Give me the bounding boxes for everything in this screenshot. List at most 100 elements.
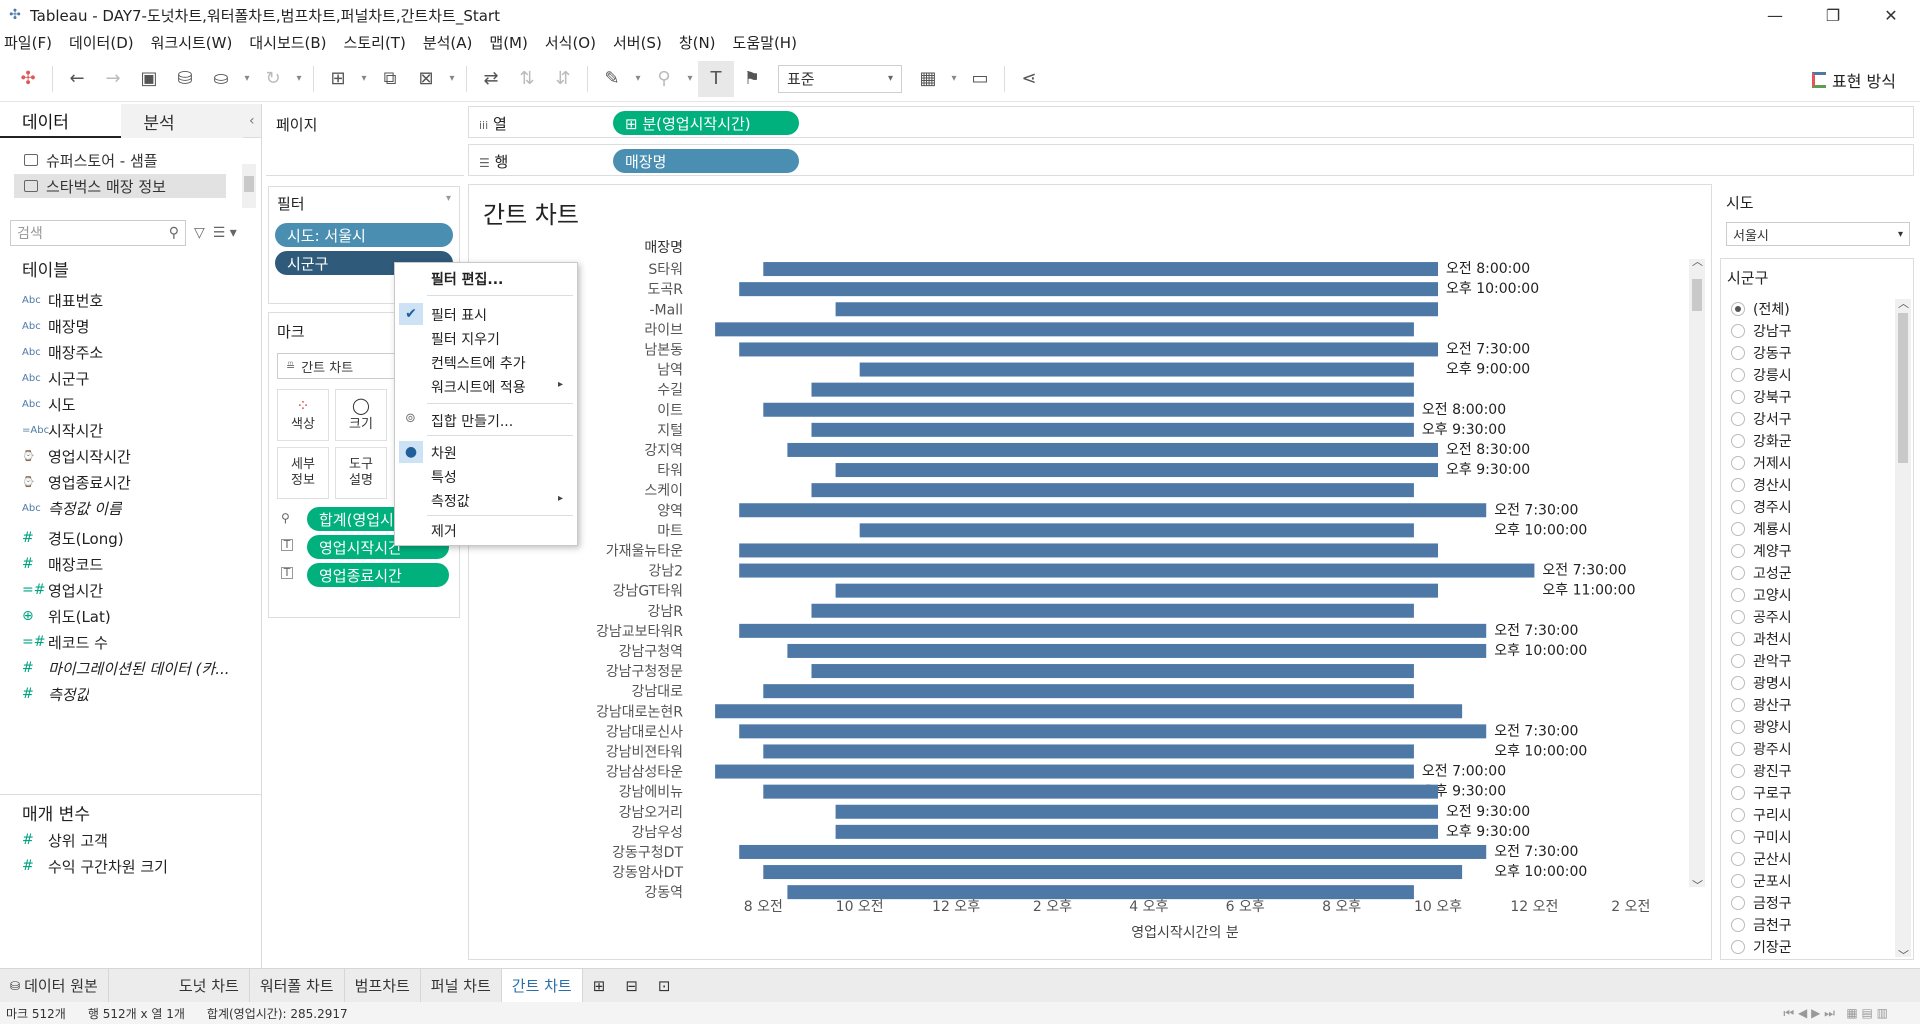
highlight-icon[interactable]: ✎	[594, 61, 630, 97]
fit-select[interactable]: 표준 ▾	[778, 64, 902, 93]
menu-attribute[interactable]: 특성	[431, 467, 457, 487]
menu-measure[interactable]: 측정값	[431, 491, 470, 511]
datasource-item[interactable]: 슈퍼스토어 - 샘플	[0, 148, 261, 172]
menu-file[interactable]: 파일(F)	[4, 32, 52, 53]
sigungu-radio-item[interactable]: 경산시	[1721, 474, 1913, 496]
gantt-bar[interactable]	[739, 503, 1487, 518]
gantt-bar[interactable]	[787, 643, 1487, 658]
tab-data-source[interactable]: ⛁ 데이터 원본	[0, 968, 109, 1003]
sigungu-radio-item[interactable]: 경주시	[1721, 496, 1913, 518]
dropdown-arrow-icon[interactable]: ▾	[946, 61, 962, 97]
sigungu-radio-item[interactable]: 관악구	[1721, 650, 1913, 672]
measure-field[interactable]: =# 영업시간	[0, 577, 260, 603]
dimension-field[interactable]: Abc 대표번호	[0, 287, 260, 313]
menu-analysis[interactable]: 분석(A)	[423, 32, 473, 53]
show-me-button[interactable]: 표현 방식	[1812, 68, 1896, 92]
menu-add-to-context[interactable]: 컨텍스트에 추가	[431, 353, 526, 373]
size-button[interactable]: ◯ 크기	[335, 389, 387, 441]
measure-field[interactable]: =# 레코드 수	[0, 629, 260, 655]
clear-sheet-icon[interactable]: ⊠	[408, 61, 444, 97]
measure-field[interactable]: # 측정값	[0, 681, 260, 707]
menu-server[interactable]: 서버(S)	[613, 32, 662, 53]
tab-gantt-chart[interactable]: 간트 차트	[501, 968, 583, 1003]
view-nav-icons[interactable]: ⏮ ◀ ▶ ⏭ ▦ ▤ ▥	[1783, 1006, 1888, 1021]
gantt-bar[interactable]	[811, 422, 1414, 437]
view-options-icon[interactable]: ☰ ▾	[213, 225, 237, 241]
pause-update-icon[interactable]: ⛀	[203, 61, 239, 97]
gantt-bar[interactable]	[787, 442, 1439, 457]
new-worksheet-icon[interactable]: ⊞	[320, 61, 356, 97]
pages-card[interactable]: 페이지	[266, 104, 464, 176]
dimension-field[interactable]: Abc 매장주소	[0, 339, 260, 365]
gantt-bar[interactable]	[787, 885, 1414, 900]
chevron-down-icon[interactable]: ▾	[446, 193, 451, 214]
gantt-bar[interactable]	[859, 523, 1414, 538]
sigungu-radio-item[interactable]: 금정구	[1721, 892, 1913, 914]
sigungu-radio-item[interactable]: 광진구	[1721, 760, 1913, 782]
gantt-bar[interactable]	[739, 543, 1439, 558]
gantt-bar[interactable]	[835, 583, 1439, 598]
sigungu-radio-item[interactable]: 광주시	[1721, 738, 1913, 760]
gantt-bar[interactable]	[763, 402, 1414, 417]
scrollbar-thumb[interactable]	[1692, 279, 1702, 311]
menu-remove[interactable]: 제거	[431, 521, 457, 541]
sigungu-radio-item[interactable]: 군산시	[1721, 848, 1913, 870]
sido-select[interactable]: 서울시 ▾	[1726, 222, 1910, 246]
measure-field[interactable]: # 상위 고객	[0, 827, 260, 853]
gantt-bar[interactable]	[739, 342, 1439, 357]
sigungu-radio-item[interactable]: 공주시	[1721, 606, 1913, 628]
measure-field[interactable]: # 수익 구간차원 크기	[0, 853, 260, 879]
gantt-bar[interactable]	[835, 463, 1439, 478]
swap-icon[interactable]: ⇄	[473, 61, 509, 97]
chart-scrollbar[interactable]: ︿ ﹀	[1689, 255, 1705, 892]
gantt-bar[interactable]	[763, 784, 1439, 799]
tab-donut-chart[interactable]: 도넛 차트	[169, 968, 250, 1003]
share-icon[interactable]: ⋖	[1011, 61, 1047, 97]
tab-funnel-chart[interactable]: 퍼널 차트	[421, 968, 502, 1003]
measure-field[interactable]: ⊕ 위도(Lat)	[0, 603, 260, 629]
sigungu-radio-item[interactable]: 계룡시	[1721, 518, 1913, 540]
sigungu-radio-item[interactable]: 구로구	[1721, 782, 1913, 804]
dropdown-arrow-icon[interactable]: ▾	[291, 61, 307, 97]
sort-ascending-icon[interactable]: ⇅	[509, 61, 545, 97]
dropdown-arrow-icon[interactable]: ▾	[630, 61, 646, 97]
menu-apply-to-worksheets[interactable]: 워크시트에 적용	[431, 377, 526, 397]
scroll-down-icon[interactable]: ﹀	[1898, 947, 1909, 963]
menu-map[interactable]: 맵(M)	[489, 32, 527, 53]
duplicate-sheet-icon[interactable]: ⧉	[372, 61, 408, 97]
dropdown-arrow-icon[interactable]: ▾	[239, 61, 255, 97]
sigungu-radio-item[interactable]: 거제시	[1721, 452, 1913, 474]
sigungu-radio-item[interactable]: 강북구	[1721, 386, 1913, 408]
fix-axes-icon[interactable]: ⚑	[734, 61, 770, 97]
sigungu-radio-item[interactable]: 고성군	[1721, 562, 1913, 584]
tab-analysis[interactable]: 분석	[121, 104, 243, 138]
sigungu-radio-item[interactable]: 금천구	[1721, 914, 1913, 936]
sigungu-radio-item[interactable]: 구리시	[1721, 804, 1913, 826]
search-input[interactable]: 검색 ⚲	[10, 220, 186, 246]
sigungu-scrollbar[interactable]: ︿ ﹀	[1895, 297, 1911, 962]
dropdown-arrow-icon[interactable]: ▾	[356, 61, 372, 97]
scroll-down-icon[interactable]: ﹀	[1692, 877, 1703, 893]
gantt-bar[interactable]	[835, 804, 1439, 819]
gantt-bar[interactable]	[763, 262, 1439, 277]
sigungu-radio-item[interactable]: 강릉시	[1721, 364, 1913, 386]
gantt-bar[interactable]	[811, 483, 1414, 498]
rows-pill[interactable]: 매장명	[613, 149, 799, 173]
show-labels-icon[interactable]: T	[698, 60, 734, 97]
dimension-field[interactable]: Abc 측정값 이름	[0, 495, 260, 521]
measure-field[interactable]: # 매장코드	[0, 551, 260, 577]
restore-button[interactable]: ❐	[1804, 0, 1862, 30]
columns-pill[interactable]: ⊞ 분(영업시작시간)	[613, 111, 799, 135]
dropdown-arrow-icon[interactable]: ▾	[444, 61, 460, 97]
gantt-bar[interactable]	[811, 664, 1414, 679]
tableau-start-icon[interactable]: ✣	[10, 61, 46, 97]
dimension-field[interactable]: Abc 시도	[0, 391, 260, 417]
sigungu-radio-item[interactable]: 강화군	[1721, 430, 1913, 452]
sigungu-radio-item[interactable]: 군포시	[1721, 870, 1913, 892]
color-button[interactable]: ⁘ 색상	[277, 389, 329, 441]
gantt-bar[interactable]	[715, 322, 1414, 337]
sigungu-radio-item[interactable]: 강남구	[1721, 320, 1913, 342]
gantt-bar[interactable]	[763, 865, 1463, 880]
gantt-bar[interactable]	[811, 382, 1414, 397]
gantt-bar[interactable]	[763, 684, 1414, 699]
